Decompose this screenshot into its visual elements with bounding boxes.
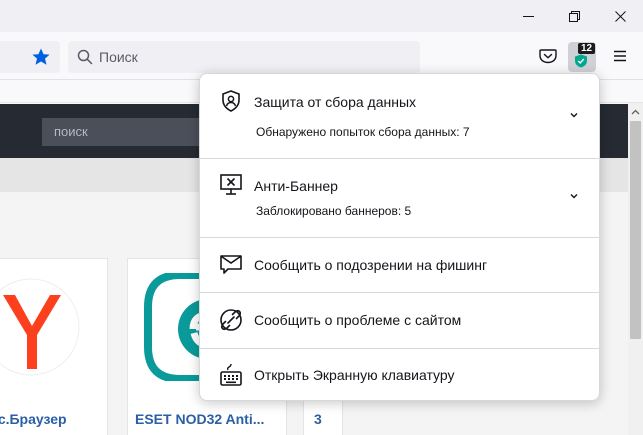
close-button[interactable] xyxy=(597,0,643,32)
site-search-placeholder: поиск xyxy=(54,124,88,139)
menu-item-sublabel: Обнаружено попыток сбора данных: 7 xyxy=(256,125,470,139)
scroll-thumb[interactable] xyxy=(630,121,641,339)
close-icon xyxy=(614,10,626,22)
bookmark-star-icon[interactable] xyxy=(31,47,51,67)
menu-item-report-phishing[interactable]: Сообщить о подозрении на фишинг xyxy=(200,238,601,292)
search-bar[interactable]: Поиск xyxy=(68,41,420,73)
site-search-input[interactable]: поиск xyxy=(42,118,212,146)
page-scrollbar[interactable] xyxy=(628,103,643,435)
menu-item-sublabel: Заблокировано баннеров: 5 xyxy=(256,204,412,218)
restore-button[interactable] xyxy=(551,0,597,32)
shield-user-icon xyxy=(222,90,240,112)
url-bar[interactable] xyxy=(0,41,60,73)
menu-item-tracking-protection[interactable]: Защита от сбора данных Обнаружено попыто… xyxy=(200,74,601,158)
card-title-third[interactable]: 3 xyxy=(314,411,322,427)
menu-item-label: Сообщить о проблеме с сайтом xyxy=(254,312,462,328)
menu-item-label: Открыть Экранную клавиатуру xyxy=(254,367,455,383)
menu-item-onscreen-keyboard[interactable]: Открыть Экранную клавиатуру xyxy=(200,349,601,402)
restore-icon xyxy=(568,10,580,22)
keyboard-icon xyxy=(220,363,242,386)
card-title-yandex[interactable]: кс.Браузер xyxy=(0,411,67,427)
kaspersky-popup-menu: Защита от сбора данных Обнаружено попыто… xyxy=(199,73,601,402)
chevron-down-icon[interactable] xyxy=(568,109,580,121)
window-titlebar xyxy=(0,0,643,32)
yandex-logo-icon xyxy=(0,278,80,376)
search-icon xyxy=(77,49,93,65)
menu-item-label: Защита от сбора данных xyxy=(254,94,417,110)
menu-item-label: Сообщить о подозрении на фишинг xyxy=(254,257,488,273)
envelope-icon xyxy=(220,255,242,274)
search-placeholder: Поиск xyxy=(99,49,138,65)
menu-item-report-site-problem[interactable]: Сообщить о проблеме с сайтом xyxy=(200,293,601,348)
card-title-eset[interactable]: ESET NOD32 Anti... xyxy=(135,411,264,427)
banner-block-icon xyxy=(220,174,242,195)
extension-badge-count: 12 xyxy=(578,43,596,54)
broken-link-icon xyxy=(220,309,242,331)
product-card-yandex[interactable]: кс.Браузер xyxy=(0,258,108,435)
scroll-up-arrow-icon[interactable] xyxy=(628,107,643,117)
hamburger-menu-icon[interactable] xyxy=(612,48,628,64)
extension-shield-icon xyxy=(575,54,587,68)
menu-item-label: Анти-Баннер xyxy=(254,178,338,194)
chevron-down-icon[interactable] xyxy=(568,190,580,202)
minimize-icon xyxy=(522,15,534,17)
minimize-button[interactable] xyxy=(505,0,551,32)
pocket-icon[interactable] xyxy=(538,46,558,66)
menu-item-anti-banner[interactable]: Анти-Баннер Заблокировано баннеров: 5 xyxy=(200,159,601,237)
